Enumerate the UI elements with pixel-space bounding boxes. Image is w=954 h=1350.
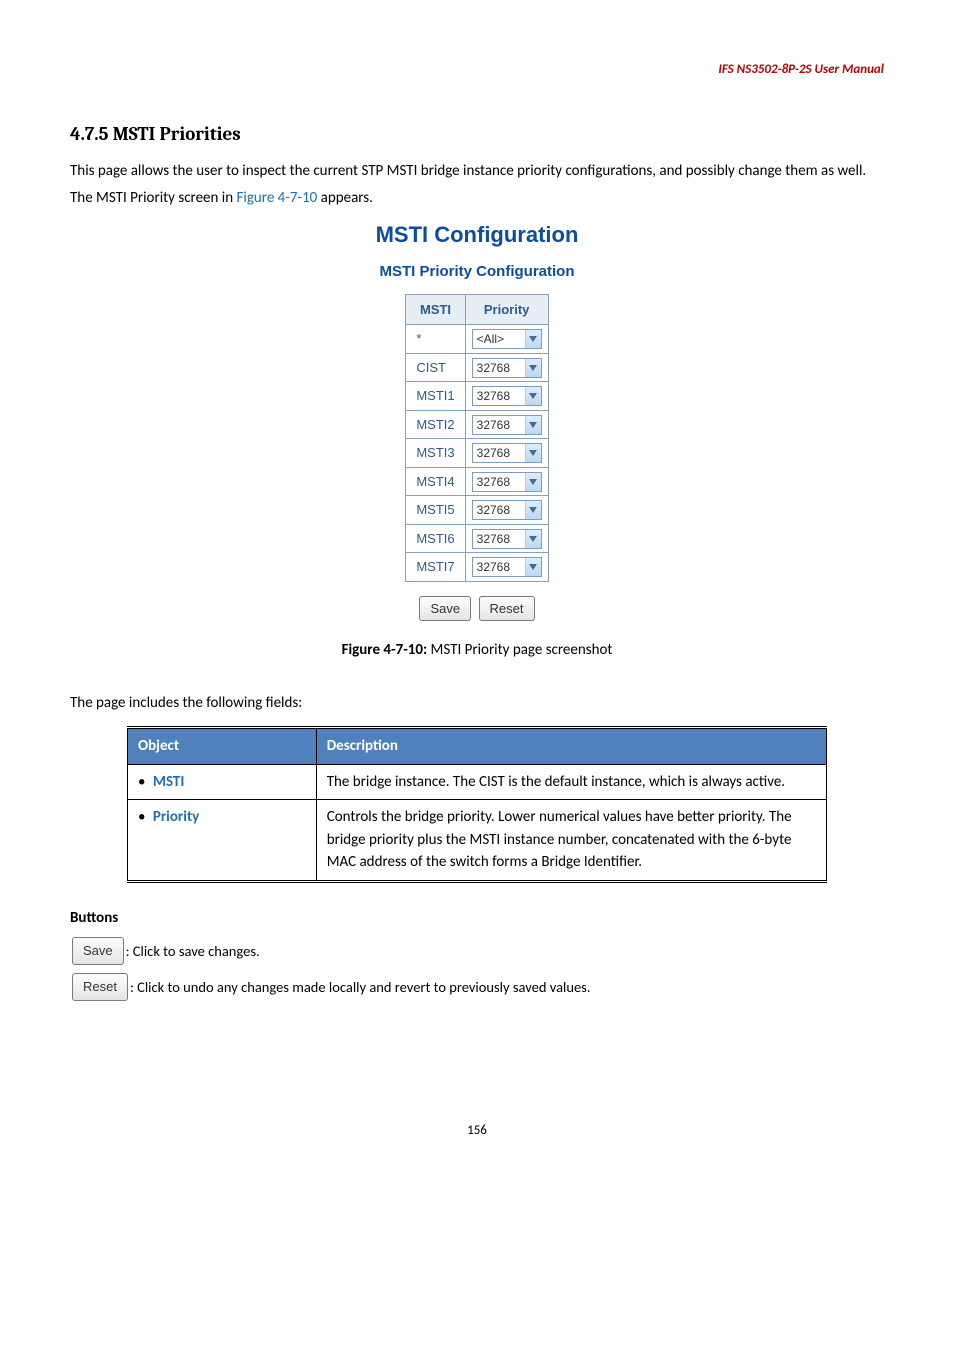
table-row: MSTI6 32768 bbox=[406, 524, 548, 553]
chevron-down-icon bbox=[525, 473, 541, 491]
msti-cell: MSTI1 bbox=[406, 382, 465, 411]
intro-suffix: appears. bbox=[317, 189, 373, 207]
msti-priority-table: MSTI Priority * <All> CIST 32768 MSTI1 3… bbox=[405, 294, 548, 582]
section-title: 4.7.5 MSTI Priorities bbox=[70, 120, 884, 149]
select-value: 32768 bbox=[473, 501, 525, 519]
priority-select[interactable]: 32768 bbox=[472, 443, 542, 463]
col-priority: Priority bbox=[465, 294, 548, 325]
select-value: 32768 bbox=[473, 387, 525, 405]
priority-select[interactable]: 32768 bbox=[472, 557, 542, 577]
table-row: MSTI1 32768 bbox=[406, 382, 548, 411]
priority-select[interactable]: 32768 bbox=[472, 386, 542, 406]
priority-select[interactable]: 32768 bbox=[472, 415, 542, 435]
table-row: MSTI5 32768 bbox=[406, 496, 548, 525]
save-button-inline[interactable]: Save bbox=[72, 937, 124, 965]
chevron-down-icon bbox=[525, 444, 541, 462]
table-row: MSTI4 32768 bbox=[406, 467, 548, 496]
object-cell: • MSTI bbox=[127, 764, 316, 800]
buttons-title: Buttons bbox=[70, 907, 884, 930]
chevron-down-icon bbox=[525, 530, 541, 548]
chevron-down-icon bbox=[525, 387, 541, 405]
msti-cell: CIST bbox=[406, 353, 465, 382]
config-button-row: Save Reset bbox=[70, 596, 884, 622]
msti-config-block: MSTI Configuration MSTI Priority Configu… bbox=[70, 218, 884, 621]
select-value: 32768 bbox=[473, 473, 525, 491]
priority-cell: <All> bbox=[465, 325, 548, 354]
chevron-down-icon bbox=[525, 330, 541, 348]
chevron-down-icon bbox=[525, 359, 541, 377]
col-object: Object bbox=[127, 728, 316, 765]
table-row: * <All> bbox=[406, 325, 548, 354]
caption-label: Figure 4-7-10: bbox=[342, 641, 428, 659]
msti-cell: MSTI5 bbox=[406, 496, 465, 525]
priority-select[interactable]: 32768 bbox=[472, 500, 542, 520]
priority-select[interactable]: <All> bbox=[472, 329, 542, 349]
chevron-down-icon bbox=[525, 558, 541, 576]
reset-button[interactable]: Reset bbox=[479, 596, 535, 622]
priority-select[interactable]: 32768 bbox=[472, 472, 542, 492]
msti-config-subtitle: MSTI Priority Configuration bbox=[70, 261, 884, 284]
col-msti: MSTI bbox=[406, 294, 465, 325]
doc-header: IFS NS3502-8P-2S User Manual bbox=[70, 60, 884, 80]
select-value: <All> bbox=[473, 330, 525, 348]
object-cell: • Priority bbox=[127, 800, 316, 882]
description-table: Object Description • MSTI The bridge ins… bbox=[127, 726, 827, 883]
save-button[interactable]: Save bbox=[419, 596, 471, 622]
table-row: CIST 32768 bbox=[406, 353, 548, 382]
priority-select[interactable]: 32768 bbox=[472, 529, 542, 549]
page-number: 156 bbox=[70, 1121, 884, 1141]
select-value: 32768 bbox=[473, 416, 525, 434]
msti-cell: * bbox=[406, 325, 465, 354]
msti-config-title: MSTI Configuration bbox=[70, 218, 884, 251]
chevron-down-icon bbox=[525, 501, 541, 519]
msti-cell: MSTI3 bbox=[406, 439, 465, 468]
msti-cell: MSTI2 bbox=[406, 410, 465, 439]
object-label: MSTI bbox=[153, 773, 184, 791]
select-value: 32768 bbox=[473, 359, 525, 377]
msti-cell: MSTI4 bbox=[406, 467, 465, 496]
msti-cell: MSTI7 bbox=[406, 553, 465, 582]
description-cell: Controls the bridge priority. Lower nume… bbox=[316, 800, 826, 882]
table-row: MSTI2 32768 bbox=[406, 410, 548, 439]
table-row: MSTI3 32768 bbox=[406, 439, 548, 468]
reset-button-inline[interactable]: Reset bbox=[72, 973, 128, 1001]
priority-select[interactable]: 32768 bbox=[472, 358, 542, 378]
chevron-down-icon bbox=[525, 416, 541, 434]
col-description: Description bbox=[316, 728, 826, 765]
select-value: 32768 bbox=[473, 444, 525, 462]
table-row: • Priority Controls the bridge priority.… bbox=[127, 800, 826, 882]
figure-caption: Figure 4-7-10: MSTI Priority page screen… bbox=[70, 639, 884, 662]
intro-prefix: This page allows the user to inspect the… bbox=[70, 162, 866, 207]
reset-button-description: Reset : Click to undo any changes made l… bbox=[70, 973, 884, 1001]
object-label: Priority bbox=[153, 808, 199, 826]
fields-intro: The page includes the following fields: bbox=[70, 692, 884, 715]
save-button-description: Save : Click to save changes. bbox=[70, 937, 884, 965]
reset-desc-text: : Click to undo any changes made locally… bbox=[130, 975, 591, 1000]
caption-text: MSTI Priority page screenshot bbox=[427, 641, 612, 659]
msti-cell: MSTI6 bbox=[406, 524, 465, 553]
table-row: • MSTI The bridge instance. The CIST is … bbox=[127, 764, 826, 800]
figure-ref-link[interactable]: Figure 4-7-10 bbox=[237, 189, 318, 207]
save-desc-text: : Click to save changes. bbox=[126, 939, 260, 964]
section-intro: This page allows the user to inspect the… bbox=[70, 158, 884, 212]
description-cell: The bridge instance. The CIST is the def… bbox=[316, 764, 826, 800]
select-value: 32768 bbox=[473, 530, 525, 548]
table-row: MSTI7 32768 bbox=[406, 553, 548, 582]
select-value: 32768 bbox=[473, 558, 525, 576]
